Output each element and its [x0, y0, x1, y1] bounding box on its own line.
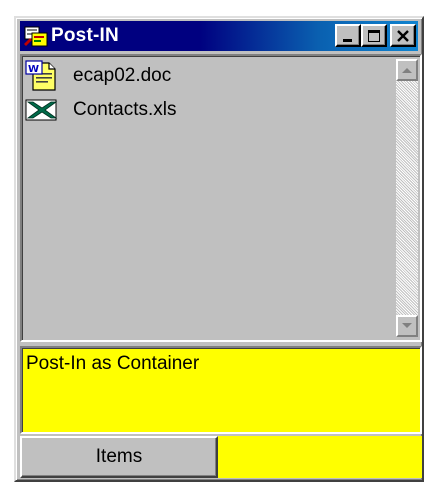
file-list-pane: W ecap02.doc Contacts.xls: [20, 54, 422, 342]
scroll-down-icon: [402, 323, 412, 328]
minimize-icon: [343, 38, 352, 42]
scroll-down-button[interactable]: [396, 315, 418, 337]
maximize-button[interactable]: [361, 24, 387, 47]
scroll-up-button[interactable]: [396, 59, 418, 81]
maximize-icon: [368, 29, 380, 42]
post-in-window: Post-IN W ecap02.doc Contacts.xls Post-I…: [14, 16, 424, 482]
file-name: ecap02.doc: [73, 65, 172, 86]
post-in-app-icon[interactable]: [23, 24, 49, 48]
title-buttons: [335, 24, 416, 47]
file-name: Contacts.xls: [73, 99, 177, 120]
title-bar[interactable]: Post-IN: [20, 21, 418, 51]
svg-text:W: W: [28, 64, 39, 75]
close-icon: [397, 29, 409, 42]
file-list: W ecap02.doc Contacts.xls: [25, 59, 396, 337]
file-item[interactable]: Contacts.xls: [25, 93, 396, 127]
note-text: Post-In as Container: [26, 353, 200, 374]
vertical-scrollbar[interactable]: [396, 59, 418, 337]
scroll-up-icon: [402, 68, 412, 73]
minimize-button[interactable]: [335, 24, 361, 47]
word-document-icon: W: [25, 60, 59, 92]
items-button[interactable]: Items: [20, 436, 218, 478]
excel-spreadsheet-icon: [25, 94, 59, 126]
items-button-label: Items: [95, 446, 143, 467]
close-button[interactable]: [390, 24, 416, 47]
file-item[interactable]: W ecap02.doc: [25, 59, 396, 93]
note-pane[interactable]: Post-In as Container: [20, 346, 422, 434]
window-title: Post-IN: [51, 25, 119, 46]
bottom-bar: Items: [20, 436, 422, 478]
